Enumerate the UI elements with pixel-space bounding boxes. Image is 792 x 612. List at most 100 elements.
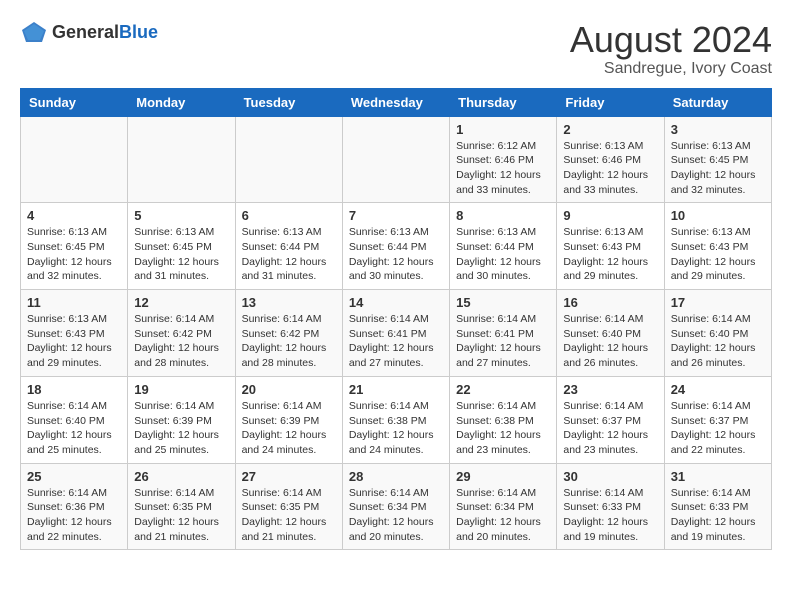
calendar-cell: 10Sunrise: 6:13 AM Sunset: 6:43 PM Dayli… [664, 203, 771, 290]
logo: GeneralBlue [20, 20, 158, 44]
logo-text: GeneralBlue [52, 22, 158, 43]
week-row-3: 11 Sunrise: 6:13 AM Sunset: 6:43 PM Dayli… [21, 290, 772, 377]
calendar-cell: 30 Sunrise: 6:14 AM Sunset: 6:33 PM Dayli… [557, 463, 664, 550]
calendar-cell: 18 Sunrise: 6:14 AM Sunset: 6:40 PM Dayli… [21, 376, 128, 463]
calendar-cell: 20Sunrise: 6:14 AM Sunset: 6:39 PM Dayli… [235, 376, 342, 463]
cell-info: Sunrise: 6:14 AM Sunset: 6:40 PM Dayligh… [27, 399, 121, 458]
cell-info: Sunrise: 6:14 AM Sunset: 6:38 PM Dayligh… [349, 399, 443, 458]
calendar-cell: 24 Sunrise: 6:14 AM Sunset: 6:37 PM Dayli… [664, 376, 771, 463]
cell-info: Sunrise: 6:13 AM Sunset: 6:45 PM Dayligh… [671, 139, 765, 198]
cell-info: Sunrise: 6:14 AM Sunset: 6:42 PM Dayligh… [134, 312, 228, 371]
cell-day-number: 6 [242, 208, 336, 223]
calendar-cell [128, 116, 235, 203]
cell-info: Sunrise: 6:13 AM Sunset: 6:46 PM Dayligh… [563, 139, 657, 198]
cell-day-number: 26 [134, 469, 228, 484]
calendar-cell: 2 Sunrise: 6:13 AM Sunset: 6:46 PM Daylig… [557, 116, 664, 203]
cell-day-number: 19 [134, 382, 228, 397]
calendar-cell: 14Sunrise: 6:14 AM Sunset: 6:41 PM Dayli… [342, 290, 449, 377]
calendar-cell: 17Sunrise: 6:14 AM Sunset: 6:40 PM Dayli… [664, 290, 771, 377]
cell-info: Sunrise: 6:13 AM Sunset: 6:44 PM Dayligh… [349, 225, 443, 284]
cell-info: Sunrise: 6:14 AM Sunset: 6:35 PM Dayligh… [242, 486, 336, 545]
cell-info: Sunrise: 6:14 AM Sunset: 6:37 PM Dayligh… [671, 399, 765, 458]
header-thursday: Thursday [450, 88, 557, 116]
calendar-cell: 26 Sunrise: 6:14 AM Sunset: 6:35 PM Dayli… [128, 463, 235, 550]
cell-day-number: 28 [349, 469, 443, 484]
calendar-cell: 11 Sunrise: 6:13 AM Sunset: 6:43 PM Dayli… [21, 290, 128, 377]
cell-info: Sunrise: 6:14 AM Sunset: 6:36 PM Dayligh… [27, 486, 121, 545]
cell-day-number: 31 [671, 469, 765, 484]
calendar-cell: 29 Sunrise: 6:14 AM Sunset: 6:34 PM Dayli… [450, 463, 557, 550]
calendar-cell: 25Sunrise: 6:14 AM Sunset: 6:36 PM Dayli… [21, 463, 128, 550]
cell-day-number: 27 [242, 469, 336, 484]
header-tuesday: Tuesday [235, 88, 342, 116]
cell-info: Sunrise: 6:14 AM Sunset: 6:39 PM Dayligh… [134, 399, 228, 458]
header-friday: Friday [557, 88, 664, 116]
calendar-cell [235, 116, 342, 203]
week-row-2: 4Sunrise: 6:13 AM Sunset: 6:45 PM Daylig… [21, 203, 772, 290]
cell-day-number: 24 [671, 382, 765, 397]
calendar-cell: 27 Sunrise: 6:14 AM Sunset: 6:35 PM Dayli… [235, 463, 342, 550]
calendar-cell: 19 Sunrise: 6:14 AM Sunset: 6:39 PM Dayli… [128, 376, 235, 463]
cell-info: Sunrise: 6:14 AM Sunset: 6:41 PM Dayligh… [456, 312, 550, 371]
header: GeneralBlue August 2024 Sandregue, Ivory… [20, 20, 772, 78]
header-monday: Monday [128, 88, 235, 116]
cell-day-number: 22 [456, 382, 550, 397]
cell-day-number: 12 [134, 295, 228, 310]
calendar-cell [21, 116, 128, 203]
subtitle: Sandregue, Ivory Coast [570, 60, 772, 78]
calendar-cell [342, 116, 449, 203]
cell-day-number: 10 [671, 208, 765, 223]
cell-day-number: 2 [563, 122, 657, 137]
cell-info: Sunrise: 6:14 AM Sunset: 6:33 PM Dayligh… [671, 486, 765, 545]
cell-info: Sunrise: 6:13 AM Sunset: 6:43 PM Dayligh… [27, 312, 121, 371]
calendar-header-row: SundayMondayTuesdayWednesdayThursdayFrid… [21, 88, 772, 116]
header-saturday: Saturday [664, 88, 771, 116]
cell-day-number: 13 [242, 295, 336, 310]
title-area: August 2024 Sandregue, Ivory Coast [570, 20, 772, 78]
cell-info: Sunrise: 6:14 AM Sunset: 6:34 PM Dayligh… [349, 486, 443, 545]
cell-info: Sunrise: 6:14 AM Sunset: 6:34 PM Dayligh… [456, 486, 550, 545]
cell-day-number: 14 [349, 295, 443, 310]
calendar-cell: 23 Sunrise: 6:14 AM Sunset: 6:37 PM Dayli… [557, 376, 664, 463]
calendar-cell: 9 Sunrise: 6:13 AM Sunset: 6:43 PM Daylig… [557, 203, 664, 290]
calendar-table: SundayMondayTuesdayWednesdayThursdayFrid… [20, 88, 772, 551]
calendar-cell: 21 Sunrise: 6:14 AM Sunset: 6:38 PM Dayli… [342, 376, 449, 463]
cell-info: Sunrise: 6:13 AM Sunset: 6:44 PM Dayligh… [456, 225, 550, 284]
cell-day-number: 11 [27, 295, 121, 310]
calendar-cell: 8Sunrise: 6:13 AM Sunset: 6:44 PM Daylig… [450, 203, 557, 290]
cell-day-number: 29 [456, 469, 550, 484]
cell-info: Sunrise: 6:14 AM Sunset: 6:35 PM Dayligh… [134, 486, 228, 545]
cell-day-number: 23 [563, 382, 657, 397]
cell-day-number: 17 [671, 295, 765, 310]
week-row-5: 25Sunrise: 6:14 AM Sunset: 6:36 PM Dayli… [21, 463, 772, 550]
calendar-cell: 5Sunrise: 6:13 AM Sunset: 6:45 PM Daylig… [128, 203, 235, 290]
cell-info: Sunrise: 6:14 AM Sunset: 6:33 PM Dayligh… [563, 486, 657, 545]
calendar-cell: 31 Sunrise: 6:14 AM Sunset: 6:33 PM Dayli… [664, 463, 771, 550]
calendar-cell: 1Sunrise: 6:12 AM Sunset: 6:46 PM Daylig… [450, 116, 557, 203]
cell-day-number: 4 [27, 208, 121, 223]
cell-day-number: 15 [456, 295, 550, 310]
cell-info: Sunrise: 6:14 AM Sunset: 6:37 PM Dayligh… [563, 399, 657, 458]
cell-info: Sunrise: 6:14 AM Sunset: 6:42 PM Dayligh… [242, 312, 336, 371]
calendar-cell: 12 Sunrise: 6:14 AM Sunset: 6:42 PM Dayli… [128, 290, 235, 377]
calendar-cell: 15 Sunrise: 6:14 AM Sunset: 6:41 PM Dayli… [450, 290, 557, 377]
calendar-cell: 22Sunrise: 6:14 AM Sunset: 6:38 PM Dayli… [450, 376, 557, 463]
cell-day-number: 7 [349, 208, 443, 223]
calendar-cell: 28 Sunrise: 6:14 AM Sunset: 6:34 PM Dayli… [342, 463, 449, 550]
cell-day-number: 30 [563, 469, 657, 484]
cell-day-number: 3 [671, 122, 765, 137]
calendar-cell: 6Sunrise: 6:13 AM Sunset: 6:44 PM Daylig… [235, 203, 342, 290]
cell-info: Sunrise: 6:13 AM Sunset: 6:43 PM Dayligh… [563, 225, 657, 284]
week-row-4: 18 Sunrise: 6:14 AM Sunset: 6:40 PM Dayli… [21, 376, 772, 463]
cell-day-number: 5 [134, 208, 228, 223]
calendar-cell: 13 Sunrise: 6:14 AM Sunset: 6:42 PM Dayli… [235, 290, 342, 377]
cell-info: Sunrise: 6:14 AM Sunset: 6:40 PM Dayligh… [563, 312, 657, 371]
cell-info: Sunrise: 6:14 AM Sunset: 6:39 PM Dayligh… [242, 399, 336, 458]
week-row-1: 1Sunrise: 6:12 AM Sunset: 6:46 PM Daylig… [21, 116, 772, 203]
cell-day-number: 9 [563, 208, 657, 223]
header-sunday: Sunday [21, 88, 128, 116]
calendar-cell: 4Sunrise: 6:13 AM Sunset: 6:45 PM Daylig… [21, 203, 128, 290]
cell-day-number: 16 [563, 295, 657, 310]
cell-day-number: 21 [349, 382, 443, 397]
cell-day-number: 18 [27, 382, 121, 397]
